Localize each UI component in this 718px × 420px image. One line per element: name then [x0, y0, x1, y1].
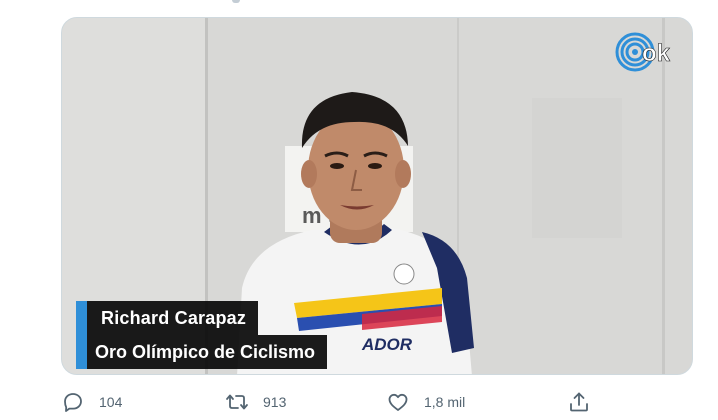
reply-icon [64, 393, 82, 412]
share-button[interactable] [567, 386, 591, 418]
wall-stain [532, 98, 622, 238]
logo-text: ok [642, 40, 671, 67]
lower-third-accent [76, 301, 87, 335]
lower-third-name-box: Richard Carapaz [87, 301, 259, 335]
like-count: 1,8 mil [424, 394, 466, 410]
previous-tweet-edge [0, 0, 718, 6]
tweet-action-bar: 104 913 1,8 mil [61, 386, 601, 418]
retweet-count: 913 [263, 394, 287, 410]
lower-third-name-row: Richard Carapaz [76, 301, 327, 335]
reply-count: 104 [99, 394, 123, 410]
jersey-olympic-badge [393, 263, 415, 285]
logo-dot [632, 49, 638, 55]
speaker-title: Oro Olímpico de Ciclismo [95, 341, 316, 362]
heart-icon [388, 393, 408, 411]
lower-third-title-box: Oro Olímpico de Ciclismo [87, 335, 328, 369]
lower-third-caption: Richard Carapaz Oro Olímpico de Ciclismo [76, 301, 328, 369]
lower-third-accent [76, 335, 87, 369]
retweet-button[interactable]: 913 [225, 386, 286, 418]
speaker-name: Richard Carapaz [101, 307, 247, 328]
previous-tweet-fragment [232, 0, 240, 3]
tweet-video-player[interactable]: m t ADOR ok Richard Carapaz Oro Olímpico… [61, 17, 693, 375]
like-button[interactable]: 1,8 mil [386, 386, 465, 418]
retweet-icon [226, 394, 248, 410]
left-eye [330, 163, 344, 169]
right-ear [395, 160, 411, 188]
reply-button[interactable]: 104 [61, 386, 122, 418]
left-ear [301, 160, 317, 188]
brand-logo: ok [615, 32, 671, 72]
right-eye [368, 163, 382, 169]
lower-third-title-row: Oro Olímpico de Ciclismo [76, 335, 328, 369]
jersey-text: ADOR [361, 335, 413, 354]
share-icon [570, 392, 588, 412]
